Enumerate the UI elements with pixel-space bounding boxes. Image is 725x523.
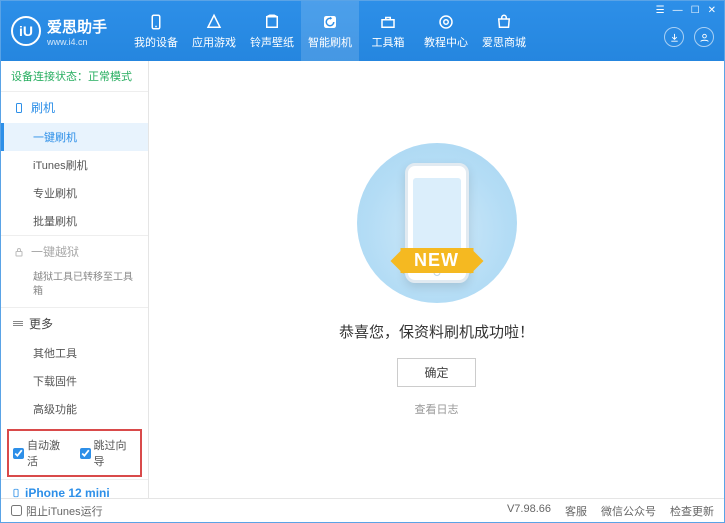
list-icon (13, 320, 23, 328)
status-label: 设备连接状态： (11, 71, 88, 83)
main-content: NEW 恭喜您，保资料刷机成功啦！ 确定 查看日志 (149, 61, 724, 498)
nav-toolbox[interactable]: 工具箱 (359, 1, 417, 61)
logo-title: 爱思助手 (47, 16, 107, 37)
version-label: V7.98.66 (507, 503, 551, 519)
nav-apps[interactable]: 应用游戏 (185, 1, 243, 61)
nav-label: 应用游戏 (192, 34, 236, 50)
logo-subtitle: www.i4.cn (47, 37, 107, 47)
checkbox-input[interactable] (80, 448, 91, 459)
section-title: 刷机 (31, 99, 55, 116)
store-icon (495, 13, 513, 31)
checkbox-skip-guide[interactable]: 跳过向导 (80, 437, 137, 469)
status-value: 正常模式 (88, 71, 132, 83)
checkbox-auto-activate[interactable]: 自动激活 (13, 437, 70, 469)
lock-icon (13, 246, 25, 258)
header-actions (664, 27, 714, 47)
sidebar-item-one-key-flash[interactable]: 一键刷机 (1, 123, 148, 151)
sidebar-item-advanced[interactable]: 高级功能 (1, 395, 148, 423)
nav-label: 教程中心 (424, 34, 468, 50)
wallpaper-icon (263, 13, 281, 31)
maximize-icon[interactable]: ☐ (691, 5, 700, 16)
logo-icon: iU (11, 16, 41, 46)
nav-label: 爱思商城 (482, 34, 526, 50)
checkbox-label: 阻止iTunes运行 (26, 503, 103, 519)
sidebar-section-more[interactable]: 更多 (1, 308, 148, 339)
checkbox-label: 自动激活 (27, 437, 70, 469)
check-update-link[interactable]: 检查更新 (670, 503, 714, 519)
sidebar-item-other-tools[interactable]: 其他工具 (1, 339, 148, 367)
nav-smart-flash[interactable]: 智能刷机 (301, 1, 359, 61)
app-header: iU 爱思助手 www.i4.cn 我的设备 应用游戏 铃声壁纸 智能刷机 工具… (1, 1, 724, 61)
nav-ringtones[interactable]: 铃声壁纸 (243, 1, 301, 61)
refresh-icon (321, 13, 339, 31)
support-link[interactable]: 客服 (565, 503, 587, 519)
section-title: 更多 (29, 315, 53, 332)
tutorial-icon (437, 13, 455, 31)
section-title: 一键越狱 (31, 243, 79, 260)
logo: iU 爱思助手 www.i4.cn (11, 16, 107, 47)
toolbox-icon (379, 13, 397, 31)
menu-icon[interactable]: ☰ (656, 5, 665, 16)
device-name: iPhone 12 mini (11, 486, 138, 498)
device-status: 设备连接状态：正常模式 (1, 61, 148, 91)
apps-icon (205, 13, 223, 31)
download-button[interactable] (664, 27, 684, 47)
device-block[interactable]: iPhone 12 mini 64GB Down-12mini-13,1 (1, 479, 148, 498)
footer: 阻止iTunes运行 V7.98.66 客服 微信公众号 检查更新 (1, 498, 724, 522)
main-nav: 我的设备 应用游戏 铃声壁纸 智能刷机 工具箱 教程中心 爱思商城 (127, 1, 533, 61)
sidebar-item-itunes-flash[interactable]: iTunes刷机 (1, 151, 148, 179)
minimize-icon[interactable]: — (673, 5, 683, 16)
checkbox-label: 跳过向导 (94, 437, 137, 469)
footer-right: V7.98.66 客服 微信公众号 检查更新 (507, 503, 714, 519)
view-log-link[interactable]: 查看日志 (415, 401, 459, 417)
new-banner: NEW (400, 248, 473, 273)
nav-label: 工具箱 (372, 34, 405, 50)
sidebar: 设备连接状态：正常模式 刷机 一键刷机 iTunes刷机 专业刷机 批量刷机 一… (1, 61, 149, 498)
sidebar-section-flash[interactable]: 刷机 (1, 92, 148, 123)
sidebar-section-jailbreak: 一键越狱 (1, 236, 148, 267)
nav-tutorials[interactable]: 教程中心 (417, 1, 475, 61)
checkbox-input[interactable] (13, 448, 24, 459)
close-icon[interactable]: ✕ (708, 5, 716, 16)
sidebar-item-batch-flash[interactable]: 批量刷机 (1, 207, 148, 235)
checkbox-block-itunes[interactable]: 阻止iTunes运行 (11, 503, 103, 519)
nav-my-device[interactable]: 我的设备 (127, 1, 185, 61)
options-box: 自动激活 跳过向导 (7, 429, 142, 477)
jailbreak-note: 越狱工具已转移至工具箱 (1, 267, 148, 307)
sidebar-item-pro-flash[interactable]: 专业刷机 (1, 179, 148, 207)
sidebar-item-download-firmware[interactable]: 下载固件 (1, 367, 148, 395)
account-button[interactable] (694, 27, 714, 47)
device-icon (11, 486, 21, 498)
nav-label: 铃声壁纸 (250, 34, 294, 50)
success-message: 恭喜您，保资料刷机成功啦！ (339, 321, 534, 342)
phone-icon (147, 13, 165, 31)
phone-icon (13, 102, 25, 114)
window-controls: ☰ — ☐ ✕ (656, 5, 716, 16)
nav-label: 智能刷机 (308, 34, 352, 50)
ok-button[interactable]: 确定 (397, 358, 475, 387)
checkbox-input[interactable] (11, 505, 22, 516)
nav-label: 我的设备 (134, 34, 178, 50)
nav-store[interactable]: 爱思商城 (475, 1, 533, 61)
success-illustration: NEW (357, 143, 517, 303)
wechat-link[interactable]: 微信公众号 (601, 503, 656, 519)
